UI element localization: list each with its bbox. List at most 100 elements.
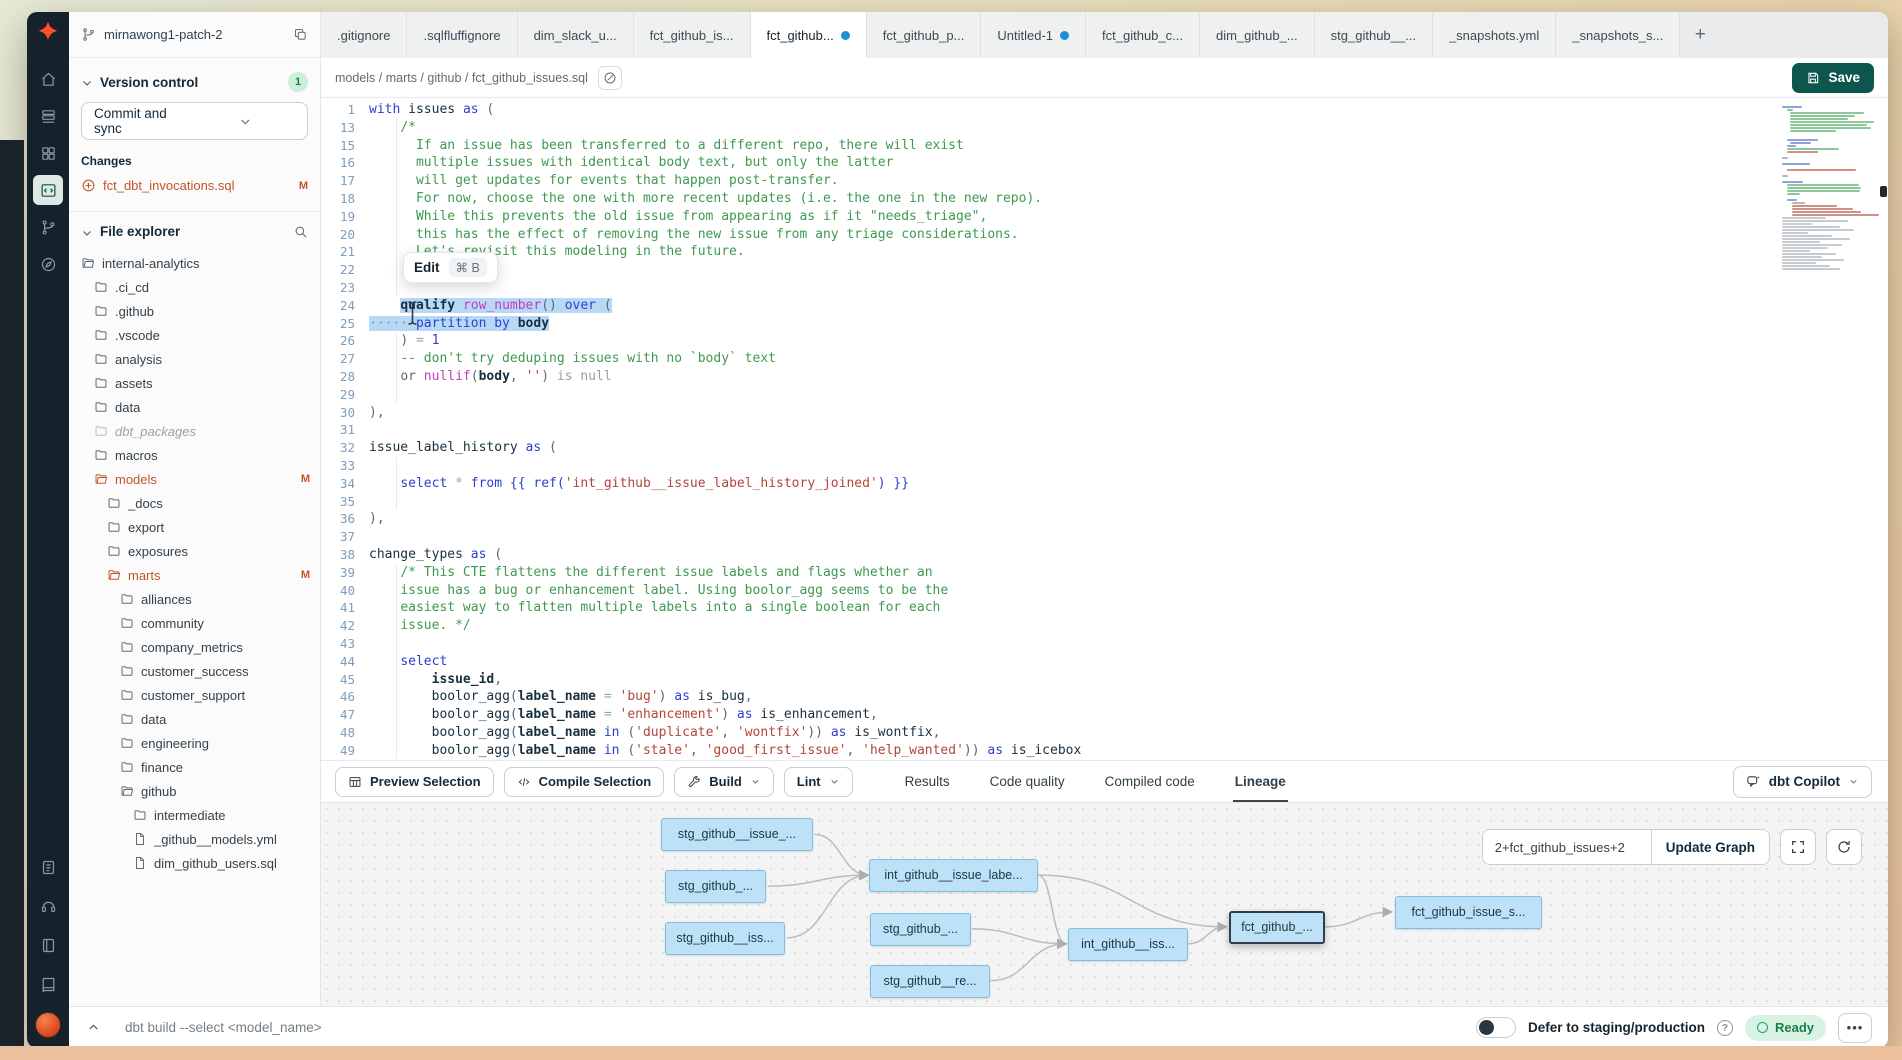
support-icon[interactable] bbox=[33, 891, 63, 921]
tree-item-assets[interactable]: assets bbox=[69, 371, 320, 395]
apps-icon[interactable] bbox=[33, 138, 63, 168]
tree-item-marts[interactable]: martsM bbox=[69, 563, 320, 587]
tree-item-company-metrics[interactable]: company_metrics bbox=[69, 635, 320, 659]
code-line[interactable]: 46 boolor_agg(label_name = 'bug') as is_… bbox=[321, 688, 1888, 706]
tree-item--github[interactable]: .github bbox=[69, 299, 320, 323]
code-line[interactable]: 20 this has the effect of removing the n… bbox=[321, 226, 1888, 244]
tab-stg-github-[interactable]: stg_github__... bbox=[1315, 12, 1433, 58]
code-line[interactable]: 21 Let's revisit this modeling in the fu… bbox=[321, 243, 1888, 261]
defer-toggle[interactable] bbox=[1476, 1017, 1516, 1038]
compile-selection-button[interactable]: Compile Selection bbox=[504, 767, 665, 797]
code-line[interactable]: 26 ) = 1 bbox=[321, 332, 1888, 350]
status-badge[interactable]: Ready bbox=[1745, 1015, 1826, 1041]
notebook-icon[interactable] bbox=[33, 930, 63, 960]
code-line[interactable]: 24 qualify row_number() over ( bbox=[321, 297, 1888, 315]
code-line[interactable]: 33 bbox=[321, 457, 1888, 475]
update-graph-button[interactable]: Update Graph bbox=[1651, 830, 1769, 864]
commit-and-sync-button[interactable]: Commit and sync bbox=[81, 102, 308, 140]
code-line[interactable]: 19 While this prevents the old issue fro… bbox=[321, 208, 1888, 226]
code-line[interactable]: 40 issue has a bug or enhancement label.… bbox=[321, 582, 1888, 600]
lineage-node-stg-github-iss-[interactable]: stg_github__iss... bbox=[665, 922, 785, 955]
ide-icon[interactable] bbox=[33, 175, 63, 205]
lineage-node-fct-github-issue-s-[interactable]: fct_github_issue_s... bbox=[1395, 896, 1542, 929]
tree-item-customer-success[interactable]: customer_success bbox=[69, 659, 320, 683]
lineage-node-stg-github-re-[interactable]: stg_github__re... bbox=[870, 965, 990, 998]
search-icon[interactable] bbox=[293, 224, 308, 239]
code-line[interactable]: 17 will get updates for events that happ… bbox=[321, 172, 1888, 190]
code-line[interactable]: 36), bbox=[321, 510, 1888, 528]
tab--gitignore[interactable]: .gitignore bbox=[321, 12, 407, 58]
tab-fct-github-p-[interactable]: fct_github_p... bbox=[867, 12, 982, 58]
save-button[interactable]: Save bbox=[1792, 63, 1874, 93]
code-line[interactable]: 30), bbox=[321, 404, 1888, 422]
code-line[interactable]: 44 select bbox=[321, 653, 1888, 671]
lineage-node-stg-github-[interactable]: stg_github_... bbox=[665, 870, 766, 903]
lineage-selector-input[interactable] bbox=[1483, 830, 1651, 864]
lineage-node-int-github-iss-[interactable]: int_github__iss... bbox=[1068, 928, 1188, 961]
code-line[interactable]: 38change_types as ( bbox=[321, 546, 1888, 564]
code-line[interactable]: 28 or nullif(body, '') is null bbox=[321, 368, 1888, 386]
tree-item--vscode[interactable]: .vscode bbox=[69, 323, 320, 347]
lineage-node-stg-github-issue-[interactable]: stg_github__issue_... bbox=[661, 818, 813, 851]
code-line[interactable]: 45 issue_id, bbox=[321, 671, 1888, 689]
tree-item--github-models-yml[interactable]: _github__models.yml bbox=[69, 827, 320, 851]
file-explorer-header[interactable]: File explorer bbox=[69, 212, 320, 249]
code-line[interactable]: 48 boolor_agg(label_name in ('duplicate'… bbox=[321, 724, 1888, 742]
code-line[interactable]: 22 bbox=[321, 261, 1888, 279]
fullscreen-button[interactable] bbox=[1780, 829, 1816, 865]
new-tab-button[interactable]: + bbox=[1680, 12, 1720, 58]
collapse-panel-button[interactable] bbox=[79, 1014, 107, 1042]
tree-item-finance[interactable]: finance bbox=[69, 755, 320, 779]
tasks-icon[interactable] bbox=[33, 852, 63, 882]
code-line[interactable]: 23 bbox=[321, 279, 1888, 297]
dbt-copilot-button[interactable]: dbt Copilot bbox=[1733, 766, 1872, 798]
code-line[interactable]: 1with issues as ( bbox=[321, 101, 1888, 119]
tree-item-internal-analytics[interactable]: internal-analytics bbox=[69, 251, 320, 275]
minimap[interactable] bbox=[1782, 106, 1878, 271]
dbt-logo[interactable] bbox=[35, 20, 61, 46]
more-options-button[interactable]: ••• bbox=[1838, 1013, 1872, 1043]
code-line[interactable]: 37 bbox=[321, 528, 1888, 546]
scrollbar-thumb[interactable] bbox=[1880, 186, 1887, 197]
code-line[interactable]: 29 bbox=[321, 386, 1888, 404]
version-control-header[interactable]: Version control 1 bbox=[81, 68, 308, 102]
tab--snapshots-yml[interactable]: _snapshots.yml bbox=[1433, 12, 1556, 58]
tree-item-models[interactable]: modelsM bbox=[69, 467, 320, 491]
refresh-button[interactable] bbox=[1826, 829, 1862, 865]
panel-tab-code-quality[interactable]: Code quality bbox=[988, 761, 1067, 802]
tree-item-github[interactable]: github bbox=[69, 779, 320, 803]
copy-icon[interactable] bbox=[293, 27, 308, 42]
home-icon[interactable] bbox=[33, 64, 63, 94]
tab-fct-github-[interactable]: fct_github... bbox=[751, 12, 867, 58]
build-button[interactable]: Build bbox=[674, 767, 774, 797]
code-line[interactable]: 32issue_label_history as ( bbox=[321, 439, 1888, 457]
copilot-badge-icon[interactable] bbox=[598, 66, 622, 90]
code-line[interactable]: 35 bbox=[321, 493, 1888, 511]
lineage-node-stg-github-[interactable]: stg_github_... bbox=[870, 913, 971, 946]
changed-file-item[interactable]: fct_dbt_invocations.sql M bbox=[81, 176, 308, 195]
tree-item-export[interactable]: export bbox=[69, 515, 320, 539]
tab-Untitled-1[interactable]: Untitled-1 bbox=[981, 12, 1086, 58]
tree-item-alliances[interactable]: alliances bbox=[69, 587, 320, 611]
tree-item-dbt-packages[interactable]: dbt_packages bbox=[69, 419, 320, 443]
tree-item--docs[interactable]: _docs bbox=[69, 491, 320, 515]
preview-selection-button[interactable]: Preview Selection bbox=[335, 767, 494, 797]
tree-item-customer-support[interactable]: customer_support bbox=[69, 683, 320, 707]
lint-button[interactable]: Lint bbox=[784, 767, 853, 797]
command-input[interactable]: dbt build --select <model_name> bbox=[125, 1020, 322, 1035]
tab-dim-github-[interactable]: dim_github_... bbox=[1200, 12, 1315, 58]
code-line[interactable]: 47 boolor_agg(label_name = 'enhancement'… bbox=[321, 706, 1888, 724]
tree-item-community[interactable]: community bbox=[69, 611, 320, 635]
tree-item--ci-cd[interactable]: .ci_cd bbox=[69, 275, 320, 299]
lineage-node-fct-github-[interactable]: fct_github_... bbox=[1229, 911, 1325, 944]
git-branch-icon[interactable] bbox=[33, 212, 63, 242]
code-editor[interactable]: 1with issues as (13 /*15 If an issue has… bbox=[321, 98, 1888, 760]
docs-icon[interactable] bbox=[33, 969, 63, 999]
tree-item-exposures[interactable]: exposures bbox=[69, 539, 320, 563]
code-line[interactable]: 42 issue. */ bbox=[321, 617, 1888, 635]
code-line[interactable]: 27 -- don't try deduping issues with no … bbox=[321, 350, 1888, 368]
tab--snapshots-s-[interactable]: _snapshots_s... bbox=[1556, 12, 1680, 58]
tree-item-intermediate[interactable]: intermediate bbox=[69, 803, 320, 827]
panel-tab-lineage[interactable]: Lineage bbox=[1233, 761, 1288, 802]
tree-item-data[interactable]: data bbox=[69, 395, 320, 419]
